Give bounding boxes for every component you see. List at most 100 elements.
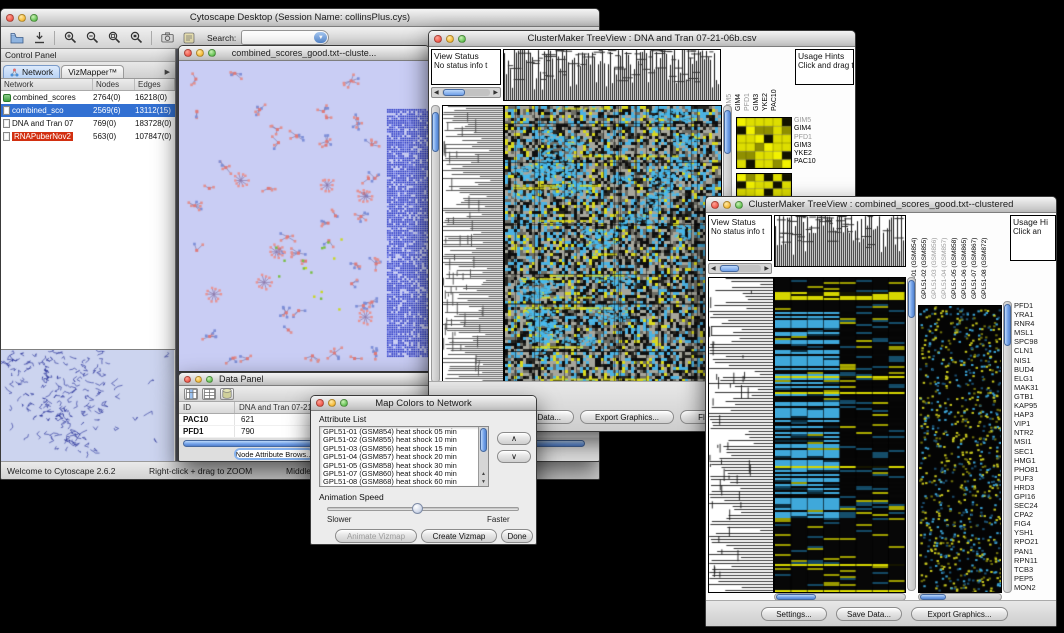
gene-label[interactable]: MON2 bbox=[1014, 583, 1056, 592]
gene-label[interactable]: MAK31 bbox=[1014, 383, 1056, 392]
gene-label[interactable]: PFD1 bbox=[794, 134, 849, 142]
create-vizmap-button[interactable]: Create Vizmap bbox=[421, 529, 497, 543]
gene-label[interactable]: SEC24 bbox=[1014, 501, 1056, 510]
gene-label[interactable]: NIS1 bbox=[1014, 356, 1056, 365]
map-colors-titlebar[interactable]: Map Colors to Network bbox=[311, 396, 536, 411]
gene-label[interactable]: GTB1 bbox=[1014, 392, 1056, 401]
open-session-button[interactable] bbox=[7, 28, 27, 47]
view-status-scrollbar[interactable]: ◀ ▶ bbox=[708, 263, 772, 274]
scroll-right-arrow[interactable]: ▶ bbox=[762, 265, 771, 272]
rotated-gene-label[interactable]: PAC10 bbox=[770, 51, 779, 111]
scroll-thumb[interactable] bbox=[724, 110, 731, 154]
gene-label[interactable]: PEP5 bbox=[1014, 574, 1056, 583]
scroll-thumb[interactable] bbox=[720, 265, 739, 272]
animation-speed-slider[interactable] bbox=[327, 507, 519, 511]
rotated-gene-label[interactable]: YKE2 bbox=[761, 51, 770, 111]
row-dendrogram-canvas[interactable] bbox=[443, 106, 503, 382]
zoom-fit-icon[interactable] bbox=[104, 28, 124, 47]
heatmap-canvas[interactable] bbox=[505, 106, 721, 382]
export-graphics-button[interactable]: Export Graphics... bbox=[580, 410, 674, 424]
minimize-button[interactable] bbox=[18, 14, 26, 22]
attribute-option[interactable]: GPL51-05 (GSM858) heat shock 30 min bbox=[321, 462, 477, 470]
attribute-list-scrollbar[interactable]: ▲ ▼ bbox=[478, 427, 488, 486]
network-overview-canvas[interactable] bbox=[1, 350, 174, 461]
rotated-array-label[interactable]: GPL51-07 (GSM867) bbox=[970, 215, 980, 299]
zoom-button[interactable] bbox=[206, 376, 213, 383]
minimize-button[interactable] bbox=[195, 376, 202, 383]
gene-label[interactable]: SEC1 bbox=[1014, 447, 1056, 456]
close-button[interactable] bbox=[316, 399, 324, 407]
column-header-nodes[interactable]: Nodes bbox=[93, 79, 135, 90]
rotated-array-label[interactable]: GPL51-03 (GSM856) bbox=[930, 215, 940, 299]
done-button[interactable]: Done bbox=[501, 529, 533, 543]
network-row[interactable]: DNA and Tran 07 769(0) 183728(0) bbox=[1, 117, 175, 130]
network-overview-panel[interactable] bbox=[1, 349, 175, 461]
column-header-edges[interactable]: Edges bbox=[135, 79, 175, 90]
rotated-array-label[interactable]: GPL51-05 (GSM858) bbox=[950, 215, 960, 299]
gene-label[interactable]: YKE2 bbox=[794, 150, 849, 158]
search-dropdown-arrow[interactable]: ▼ bbox=[314, 32, 327, 43]
tab-network[interactable]: Network bbox=[3, 65, 60, 78]
treeview-dna-titlebar[interactable]: ClusterMaker TreeView : DNA and Tran 07-… bbox=[429, 31, 855, 47]
minimize-button[interactable] bbox=[196, 49, 204, 57]
gene-label[interactable]: SPC98 bbox=[1014, 337, 1056, 346]
gene-label[interactable]: GIM4 bbox=[794, 125, 849, 133]
gene-label[interactable]: PHO81 bbox=[1014, 465, 1056, 474]
scroll-thumb[interactable] bbox=[480, 428, 487, 452]
rotated-gene-label[interactable]: GIM5 bbox=[725, 51, 734, 111]
gene-label[interactable]: GIM5 bbox=[794, 117, 849, 125]
rotated-gene-label[interactable]: PFD1 bbox=[743, 51, 752, 111]
gene-label[interactable]: KAP95 bbox=[1014, 401, 1056, 410]
gene-label[interactable]: HRD3 bbox=[1014, 483, 1056, 492]
gene-label[interactable]: BUD4 bbox=[1014, 365, 1056, 374]
settings-button[interactable]: Settings... bbox=[761, 607, 827, 621]
scroll-thumb[interactable] bbox=[443, 89, 465, 96]
network-view-canvas[interactable] bbox=[179, 61, 429, 371]
heatmap-canvas[interactable] bbox=[775, 278, 905, 592]
attribute-option[interactable]: GPL51-03 (GSM856) heat shock 15 min bbox=[321, 445, 477, 453]
gene-label[interactable]: RNR4 bbox=[1014, 319, 1056, 328]
heatmap-vscrollbar[interactable] bbox=[907, 277, 916, 591]
dendrogram-vscrollbar[interactable] bbox=[431, 105, 440, 383]
scroll-left-arrow[interactable]: ◀ bbox=[432, 89, 441, 96]
import-button[interactable] bbox=[29, 28, 49, 47]
close-button[interactable] bbox=[184, 376, 191, 383]
node-attribute-browser-button[interactable]: Node Attribute Brows... bbox=[234, 448, 314, 460]
rotated-gene-label[interactable]: GIM4 bbox=[734, 51, 743, 111]
gene-label[interactable]: MSL1 bbox=[1014, 328, 1056, 337]
zoom-button[interactable] bbox=[340, 399, 348, 407]
scroll-left-arrow[interactable]: ◀ bbox=[709, 265, 718, 272]
gene-label[interactable]: GPI16 bbox=[1014, 492, 1056, 501]
gene-label[interactable]: YRA1 bbox=[1014, 310, 1056, 319]
gene-label[interactable]: NTR2 bbox=[1014, 428, 1056, 437]
gene-label[interactable]: GIM3 bbox=[794, 142, 849, 150]
zoom-button[interactable] bbox=[458, 35, 466, 43]
zoom-out-icon[interactable] bbox=[82, 28, 102, 47]
attribute-option[interactable]: GPL51-04 (GSM857) heat shock 20 min bbox=[321, 453, 477, 461]
scroll-down-arrow[interactable]: ▼ bbox=[479, 478, 488, 486]
gene-list-scrollbar[interactable] bbox=[1003, 301, 1012, 593]
gene-label[interactable]: PFD1 bbox=[1014, 301, 1056, 310]
save-data-button[interactable]: Save Data... bbox=[836, 607, 902, 621]
network-row-selected[interactable]: combined_sco 2569(6) 13112(15) bbox=[1, 104, 175, 117]
database-icon[interactable] bbox=[220, 388, 234, 400]
table-icon[interactable] bbox=[202, 388, 216, 400]
network-row-alert[interactable]: RNAPuberNov2 563(0) 107847(0) bbox=[1, 130, 175, 143]
rotated-array-label[interactable]: GPL51-08 (GSM872) bbox=[980, 215, 990, 299]
scroll-up-arrow[interactable]: ▲ bbox=[479, 470, 488, 478]
move-down-button[interactable]: ∨ bbox=[497, 450, 531, 463]
gene-label[interactable]: PAN1 bbox=[1014, 547, 1056, 556]
export-graphics-button[interactable]: Export Graphics... bbox=[911, 607, 1008, 621]
treeview-combined-titlebar[interactable]: ClusterMaker TreeView : combined_scores_… bbox=[706, 197, 1056, 213]
search-input[interactable]: ▼ bbox=[241, 30, 329, 45]
zoom-selected-icon[interactable] bbox=[126, 28, 146, 47]
rotated-array-label[interactable]: GPL51-06 (GSM865) bbox=[960, 215, 970, 299]
tab-vizmapper[interactable]: VizMapper™ bbox=[61, 65, 124, 78]
zoom-button[interactable] bbox=[30, 14, 38, 22]
select-attributes-icon[interactable] bbox=[184, 388, 198, 400]
attribute-option[interactable]: GPL51-02 (GSM855) heat shock 10 min bbox=[321, 436, 477, 444]
scroll-thumb[interactable] bbox=[432, 112, 439, 152]
scroll-thumb[interactable] bbox=[1004, 304, 1011, 346]
column-dendrogram-canvas[interactable] bbox=[775, 216, 905, 266]
gene-label[interactable]: CPA2 bbox=[1014, 510, 1056, 519]
